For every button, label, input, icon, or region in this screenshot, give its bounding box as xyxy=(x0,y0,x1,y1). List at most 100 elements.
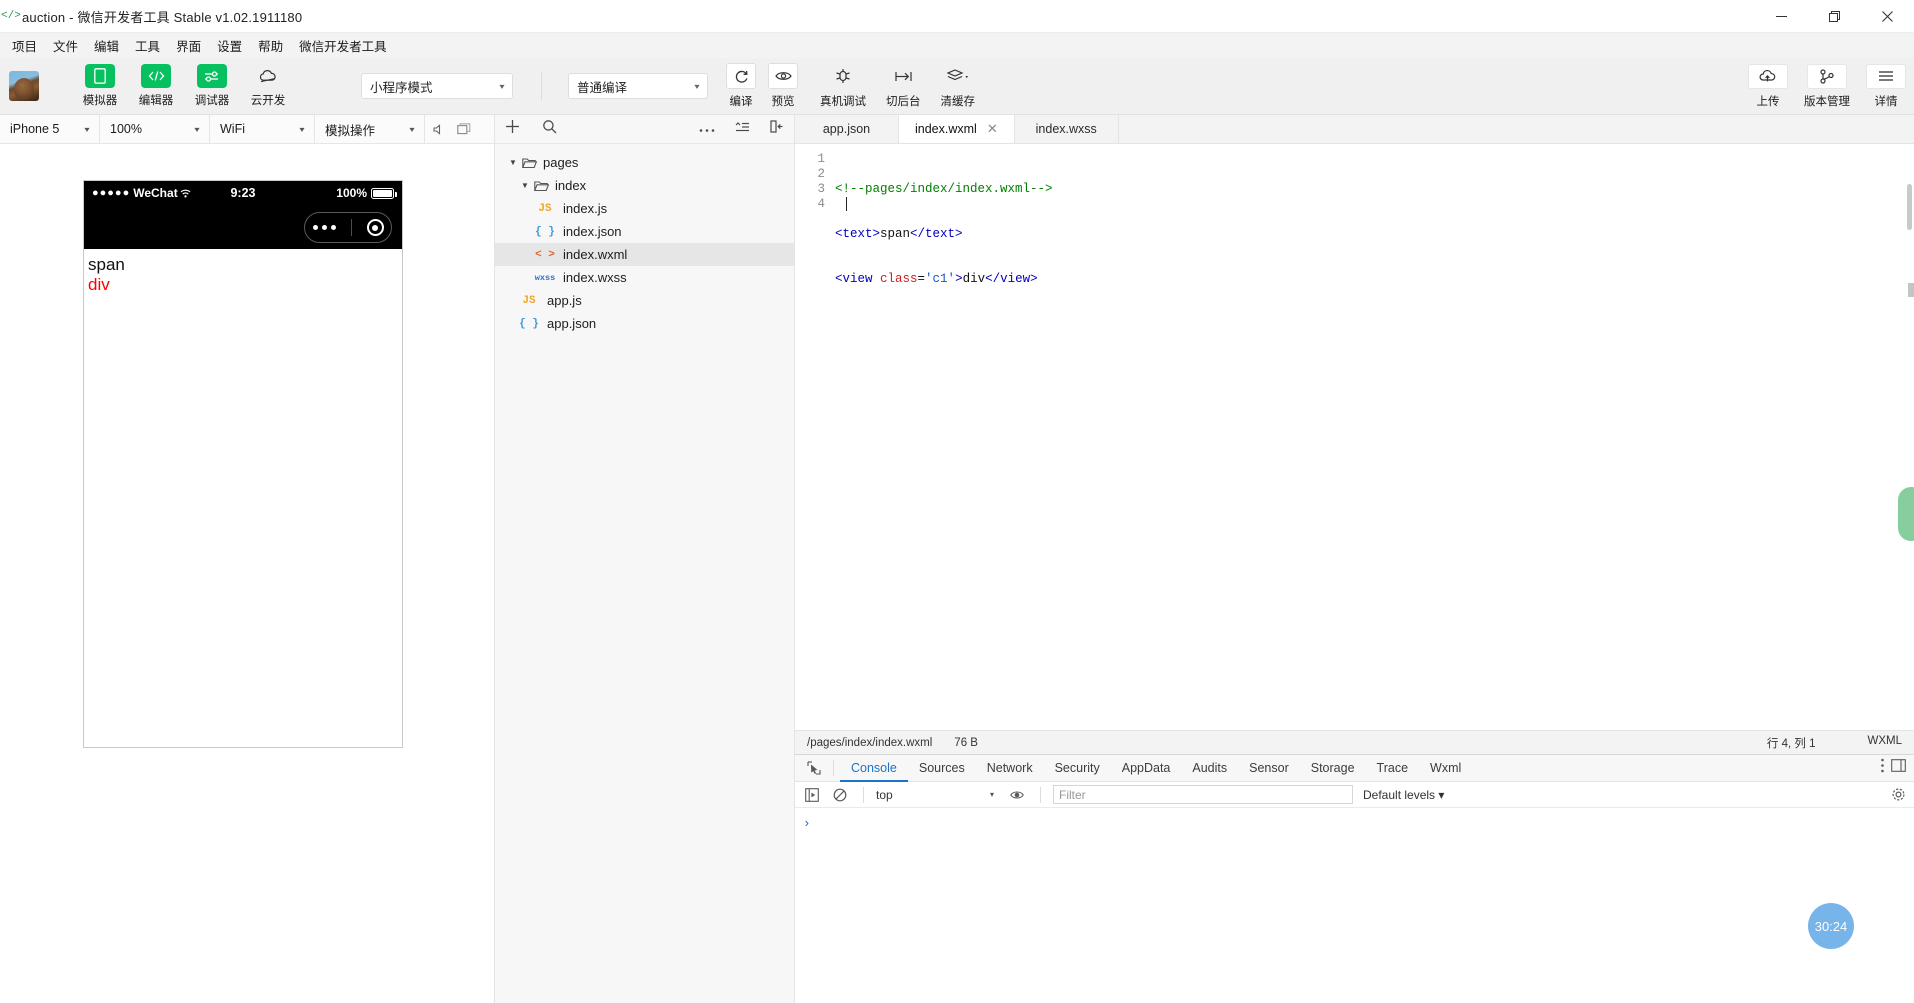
devtab-trace[interactable]: Trace xyxy=(1366,755,1420,782)
execution-context-select[interactable]: top ▾ xyxy=(876,788,1000,802)
tree-node-index-wxss[interactable]: wxss index.wxss xyxy=(495,266,794,289)
devtab-sensor[interactable]: Sensor xyxy=(1238,755,1300,782)
collapse-list-icon[interactable] xyxy=(735,120,750,138)
zoom-select[interactable]: 100% ▾ xyxy=(100,115,210,144)
timer-badge[interactable]: 30:24 xyxy=(1808,903,1854,949)
editor-scrollbar[interactable] xyxy=(1907,184,1912,230)
more-horizontal-icon[interactable] xyxy=(699,120,715,138)
devtools-panel: Console Sources Network Security AppData… xyxy=(795,754,1914,1003)
tree-node-index-wxml[interactable]: < > index.wxml xyxy=(495,243,794,266)
minimize-button[interactable] xyxy=(1755,0,1808,33)
side-pill-handle[interactable] xyxy=(1898,487,1914,541)
devtab-security[interactable]: Security xyxy=(1044,755,1111,782)
close-icon[interactable]: ✕ xyxy=(987,121,998,137)
menu-item-edit[interactable]: 编辑 xyxy=(86,33,127,58)
tree-node-index-folder[interactable]: ▼ index xyxy=(495,174,794,197)
dock-panel-icon[interactable] xyxy=(1891,759,1906,777)
bug-icon xyxy=(828,63,858,89)
target-circle-icon[interactable] xyxy=(367,219,384,236)
file-size-label: 76 B xyxy=(954,737,978,749)
menu-item-file[interactable]: 文件 xyxy=(45,33,86,58)
clear-cache-button[interactable]: 清缓存 xyxy=(941,63,976,109)
sliders-icon xyxy=(197,64,227,88)
network-select[interactable]: WiFi ▾ xyxy=(210,115,315,144)
device-select[interactable]: iPhone 5 ▾ xyxy=(0,115,100,144)
gear-icon[interactable] xyxy=(1891,787,1906,802)
tab-app-json[interactable]: app.json xyxy=(795,115,899,143)
app-code-icon: </> xyxy=(0,10,22,22)
tree-node-index-js[interactable]: JS index.js xyxy=(495,197,794,220)
tab-index-wxml[interactable]: index.wxml ✕ xyxy=(899,115,1015,143)
phone-status-bar: ●●●●● WeChat 9:23 100% xyxy=(84,181,402,205)
mock-action-select[interactable]: 模拟操作 ▾ xyxy=(315,115,425,144)
devtab-network[interactable]: Network xyxy=(976,755,1044,782)
tab-index-wxss[interactable]: index.wxss xyxy=(1015,115,1119,143)
more-dots-icon[interactable] xyxy=(313,225,336,230)
user-avatar[interactable] xyxy=(9,71,39,101)
compile-button[interactable]: 编译 xyxy=(726,63,756,109)
devtab-console[interactable]: Console xyxy=(840,755,908,782)
real-device-debug-label: 真机调试 xyxy=(820,93,866,109)
code-line-2: <text>span</text> xyxy=(835,227,1914,242)
version-control-button[interactable]: 版本管理 xyxy=(1804,64,1850,109)
tab-label: index.wxss xyxy=(1036,122,1097,136)
console-output[interactable]: › 30:24 xyxy=(795,808,1914,1003)
menu-item-settings[interactable]: 设置 xyxy=(209,33,250,58)
tag-open-token: <text> xyxy=(835,227,880,241)
devtab-audits[interactable]: Audits xyxy=(1181,755,1238,782)
devtab-sources[interactable]: Sources xyxy=(908,755,976,782)
plus-icon[interactable] xyxy=(505,119,520,139)
devtab-storage[interactable]: Storage xyxy=(1300,755,1366,782)
layers-icon xyxy=(941,63,975,89)
mode-select[interactable]: 小程序模式 ▾ xyxy=(361,73,513,99)
search-icon[interactable] xyxy=(542,119,557,139)
tree-node-index-json[interactable]: { } index.json xyxy=(495,220,794,243)
upload-button[interactable]: 上传 xyxy=(1748,64,1788,109)
tree-node-app-js[interactable]: JS app.js xyxy=(495,289,794,312)
window-icon[interactable] xyxy=(451,115,477,144)
chevron-down-icon[interactable]: ▼ xyxy=(519,181,531,190)
background-switch-button[interactable]: 切后台 xyxy=(886,63,921,109)
execute-icon[interactable] xyxy=(801,784,823,806)
tree-node-pages[interactable]: ▼ pages xyxy=(495,151,794,174)
inspect-cursor-icon[interactable] xyxy=(801,761,827,775)
real-device-debug-button[interactable]: 真机调试 xyxy=(820,63,866,109)
devtab-wxml[interactable]: Wxml xyxy=(1419,755,1472,782)
preview-button[interactable]: 预览 xyxy=(768,63,798,109)
menu-item-devtools[interactable]: 微信开发者工具 xyxy=(291,33,395,58)
tag-close-token: </text> xyxy=(910,227,963,241)
details-button[interactable]: 详情 xyxy=(1866,64,1906,109)
devtab-appdata[interactable]: AppData xyxy=(1111,755,1182,782)
menu-item-tools[interactable]: 工具 xyxy=(127,33,168,58)
editor-button[interactable]: 编辑器 xyxy=(135,64,177,108)
simulator-button[interactable]: 模拟器 xyxy=(79,64,121,108)
cloud-dev-button[interactable]: 云开发 xyxy=(247,64,289,108)
live-expression-icon[interactable] xyxy=(1006,784,1028,806)
log-levels-select[interactable]: Default levels ▾ xyxy=(1363,788,1444,802)
wechat-capsule-menu[interactable] xyxy=(304,212,392,243)
code-line-4 xyxy=(835,317,1914,332)
clear-console-icon[interactable] xyxy=(829,784,851,806)
right-scrollbar[interactable] xyxy=(1908,283,1914,297)
simulator-stage: ●●●●● WeChat 9:23 100% xyxy=(0,144,494,1003)
compile-select[interactable]: 普通编译 ▾ xyxy=(568,73,708,99)
split-panel-icon[interactable] xyxy=(770,120,784,138)
code-content[interactable]: <!--pages/index/index.wxml--> <text>span… xyxy=(835,144,1914,730)
maximize-button[interactable] xyxy=(1808,0,1861,33)
code-editor[interactable]: 1 2 3 4 <!--pages/index/index.wxml--> <t… xyxy=(795,144,1914,730)
chevron-down-icon: ▾ xyxy=(299,125,304,134)
menu-item-project[interactable]: 项目 xyxy=(4,33,45,58)
chevron-down-icon[interactable]: ▼ xyxy=(507,158,519,167)
volume-icon[interactable] xyxy=(425,115,451,144)
close-button[interactable] xyxy=(1861,0,1914,33)
menu-item-help[interactable]: 帮助 xyxy=(250,33,291,58)
string-token: 'c1' xyxy=(925,272,955,286)
menu-item-interface[interactable]: 界面 xyxy=(168,33,209,58)
console-filter-input[interactable]: Filter xyxy=(1053,785,1353,804)
cursor-position-label: 行 4, 列 1 xyxy=(1767,735,1816,751)
tree-node-app-json[interactable]: { } app.json xyxy=(495,312,794,335)
version-control-label: 版本管理 xyxy=(1804,93,1850,109)
language-mode-label[interactable]: WXML xyxy=(1868,735,1903,751)
debugger-button[interactable]: 调试器 xyxy=(191,64,233,108)
more-vertical-icon[interactable] xyxy=(1880,758,1885,778)
